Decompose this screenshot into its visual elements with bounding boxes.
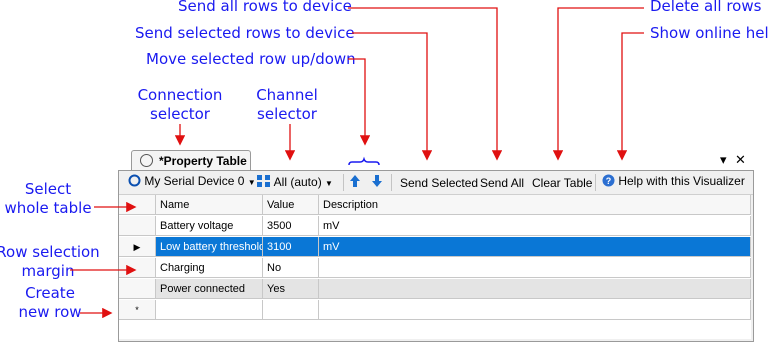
toolbar-separator xyxy=(391,174,392,191)
row-selector[interactable] xyxy=(119,216,156,236)
toolbar: My Serial Device 0 ▼ All (auto) ▼ Send S… xyxy=(119,171,753,195)
arrow-up-icon xyxy=(350,175,360,187)
annotation-channel-selector: Channel selector xyxy=(256,86,318,123)
move-down-button[interactable] xyxy=(371,174,383,191)
property-table-window: My Serial Device 0 ▼ All (auto) ▼ Send S… xyxy=(118,170,754,342)
new-cell-description[interactable] xyxy=(319,300,751,320)
cell-value[interactable]: No xyxy=(263,258,319,278)
channel-icon xyxy=(257,175,270,187)
annotation-send-all: Send all rows to device xyxy=(178,0,352,15)
cell-description[interactable]: mV xyxy=(319,237,751,257)
tab-circle-icon xyxy=(140,154,153,167)
table-row[interactable]: Charging No xyxy=(119,258,751,279)
annotation-connection-selector: Connection selector xyxy=(137,86,223,123)
tab-menu-dropdown-icon[interactable]: ▾ xyxy=(720,152,727,168)
new-cell-value[interactable] xyxy=(263,300,319,320)
annotation-create-row: Create new row xyxy=(18,284,82,321)
new-row-marker[interactable]: * xyxy=(119,300,156,320)
channel-dropdown-icon: ▼ xyxy=(325,179,333,188)
help-label: Help with this Visualizer xyxy=(618,174,745,188)
cell-value[interactable]: Yes xyxy=(263,279,319,299)
help-icon: ? xyxy=(602,174,615,187)
cell-description[interactable] xyxy=(319,258,751,278)
connection-dropdown-icon: ▼ xyxy=(247,178,256,187)
annotation-help: Show online help xyxy=(650,24,768,42)
column-header-name[interactable]: Name xyxy=(156,195,263,215)
row-selector[interactable] xyxy=(119,258,156,278)
channel-selector[interactable]: All (auto) ▼ xyxy=(256,174,333,189)
property-grid: Name Value Description Battery voltage 3… xyxy=(119,195,751,339)
tab-close-icon[interactable]: ✕ xyxy=(735,152,746,168)
column-header-value[interactable]: Value xyxy=(263,195,319,215)
send-selected-button[interactable]: Send Selected xyxy=(400,176,478,190)
cell-name[interactable]: Battery voltage xyxy=(156,216,263,236)
connection-icon xyxy=(128,174,141,187)
row-selector[interactable] xyxy=(119,279,156,299)
cell-name[interactable]: Low battery threshold xyxy=(156,237,263,257)
table-row-selected[interactable]: ▶ Low battery threshold 3100 mV xyxy=(119,237,751,258)
new-row[interactable]: * xyxy=(119,300,751,321)
table-row[interactable]: Power connected Yes xyxy=(119,279,751,300)
annotation-delete-all: Delete all rows xyxy=(650,0,762,15)
svg-text:?: ? xyxy=(606,176,612,186)
clear-table-button[interactable]: Clear Table xyxy=(532,176,592,190)
cell-name[interactable]: Charging xyxy=(156,258,263,278)
tab-title: *Property Table xyxy=(159,154,247,168)
table-row[interactable]: Battery voltage 3500 mV xyxy=(119,216,751,237)
move-up-button[interactable] xyxy=(349,174,361,191)
toolbar-separator xyxy=(595,174,596,191)
cell-value[interactable]: 3500 xyxy=(263,216,319,236)
cell-description[interactable]: mV xyxy=(319,216,751,236)
cell-description[interactable] xyxy=(319,279,751,299)
header-row: Name Value Description xyxy=(119,195,751,216)
annotation-select-table: Select whole table xyxy=(4,180,92,217)
connection-label: My Serial Device 0 xyxy=(144,174,245,188)
toolbar-separator xyxy=(343,174,344,191)
connection-selector[interactable]: My Serial Device 0 ▼ xyxy=(128,174,256,188)
annotation-move-row: Move selected row up/down xyxy=(146,50,356,68)
cell-name[interactable]: Power connected xyxy=(156,279,263,299)
tab-property-table[interactable]: *Property Table xyxy=(131,150,251,171)
annotation-send-selected: Send selected rows to device xyxy=(135,24,355,42)
column-header-description[interactable]: Description xyxy=(319,195,751,215)
arrow-down-icon xyxy=(372,175,382,187)
channel-label: All (auto) xyxy=(273,175,322,189)
row-selector-current[interactable]: ▶ xyxy=(119,237,156,257)
annotation-row-margin: Row selection margin xyxy=(0,243,100,280)
new-cell-name[interactable] xyxy=(156,300,263,320)
cell-value[interactable]: 3100 xyxy=(263,237,319,257)
select-all-corner[interactable] xyxy=(119,195,156,215)
send-all-button[interactable]: Send All xyxy=(480,176,524,190)
help-button[interactable]: ? Help with this Visualizer xyxy=(602,174,745,188)
